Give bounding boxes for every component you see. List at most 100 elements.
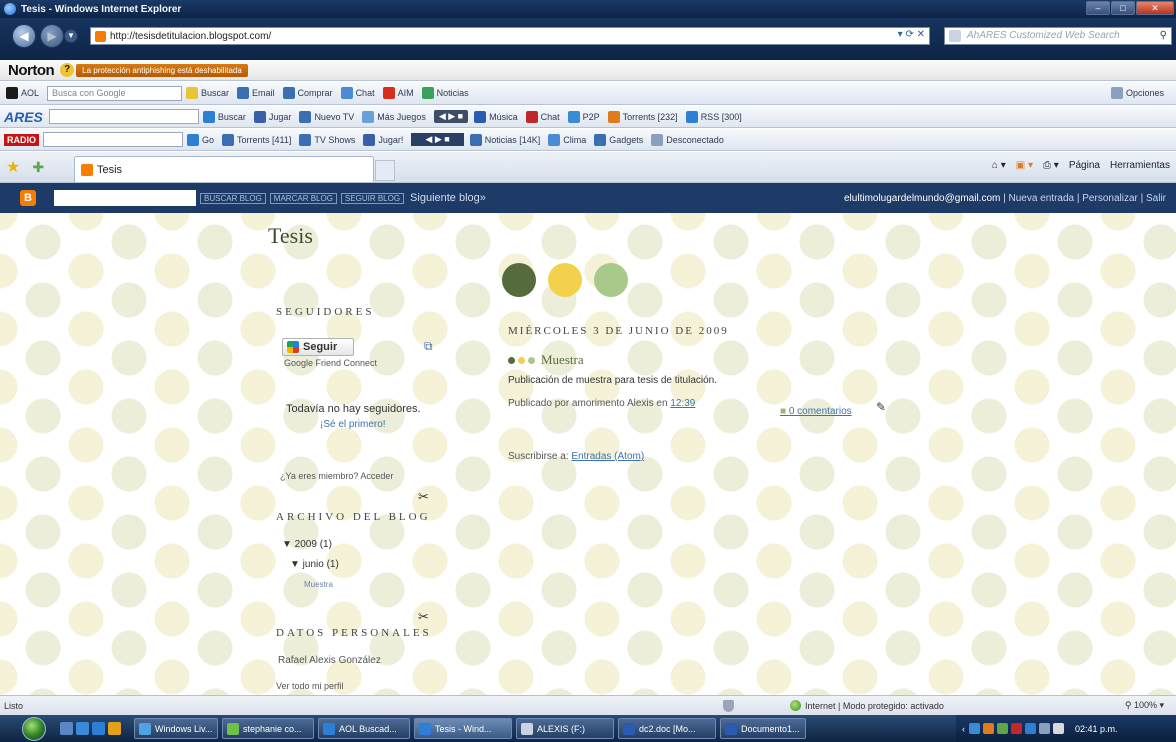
popout-icon[interactable]: ⧉ bbox=[424, 339, 433, 354]
tab-tesis[interactable]: Tesis bbox=[74, 156, 374, 182]
archive-month[interactable]: ▼ junio (1) bbox=[290, 559, 339, 570]
web-search-input[interactable]: AhARES Customized Web Search ⚲ bbox=[944, 27, 1172, 45]
back-icon[interactable]: ◀ bbox=[12, 24, 36, 48]
tray-expand-icon[interactable]: ‹ bbox=[962, 724, 965, 734]
ares-juegos[interactable]: Más Juegos bbox=[362, 110, 426, 123]
add-favorites-icon[interactable]: ✚ bbox=[32, 159, 44, 176]
ares-jugar[interactable]: Jugar bbox=[253, 110, 291, 123]
post-title[interactable]: Muestra bbox=[508, 352, 584, 368]
mail-icon[interactable] bbox=[76, 722, 89, 735]
flag-blog-button[interactable]: MARCAR BLOG bbox=[269, 192, 337, 204]
task-stephanie[interactable]: stephanie co... bbox=[222, 718, 314, 739]
refresh-stop-icons[interactable]: ▾ ⟳ ✕ bbox=[898, 29, 925, 40]
tray-icon[interactable] bbox=[997, 723, 1008, 734]
navbar-actions[interactable]: | Nueva entrada | Personalizar | Salir bbox=[1003, 193, 1166, 204]
ares-p2p[interactable]: P2P bbox=[567, 110, 600, 123]
radio-torrents[interactable]: Torrents [411] bbox=[222, 133, 291, 146]
home-icon[interactable]: ⌂ ▾ bbox=[992, 160, 1006, 171]
feeds-icon[interactable]: ▣ ▾ bbox=[1016, 160, 1033, 171]
clock[interactable]: 02:41 p.m. bbox=[1075, 724, 1118, 734]
radio-desconectado[interactable]: Desconectado bbox=[651, 133, 724, 146]
comments-link[interactable]: ■ 0 comentarios bbox=[780, 406, 852, 417]
blogger-navbar: B BUSCAR BLOG MARCAR BLOG SEGUIR BLOG Si… bbox=[0, 183, 1176, 213]
ares-search-input[interactable] bbox=[48, 109, 199, 124]
search-blog-button[interactable]: BUSCAR BLOG bbox=[200, 192, 266, 204]
ares-chat[interactable]: Chat bbox=[525, 110, 560, 123]
favorites-star-icon[interactable]: ★ bbox=[6, 157, 20, 177]
tray-icon[interactable] bbox=[1025, 723, 1036, 734]
radio-noticias[interactable]: Noticias [14K] bbox=[469, 133, 540, 146]
security-zone[interactable]: Internet | Modo protegido: activado bbox=[790, 700, 944, 711]
archive-year[interactable]: ▼ 2009 (1) bbox=[282, 539, 332, 550]
archive-heading: ARCHIVO DEL BLOG bbox=[276, 511, 431, 523]
address-bar[interactable]: http://tesisdetitulacion.blogspot.com/ ▾… bbox=[90, 27, 930, 45]
be-first-link[interactable]: ¡Sé el primero! bbox=[320, 419, 386, 430]
blogger-logo-icon[interactable]: B bbox=[20, 190, 36, 206]
search-icon[interactable]: ⚲ bbox=[1160, 28, 1167, 44]
task-aol[interactable]: AOL Buscad... bbox=[318, 718, 410, 739]
print-icon[interactable]: ⎙ ▾ bbox=[1043, 160, 1059, 171]
media-icon[interactable] bbox=[108, 722, 121, 735]
tray-icon[interactable] bbox=[983, 723, 994, 734]
new-tab-button[interactable] bbox=[375, 160, 395, 181]
aol-email[interactable]: Email bbox=[237, 87, 275, 99]
navbar-search-input[interactable] bbox=[54, 190, 196, 206]
task-windows-live[interactable]: Windows Liv... bbox=[134, 718, 218, 739]
task-tesis[interactable]: Tesis - Wind... bbox=[414, 718, 512, 739]
edit-gadget-icon[interactable]: ✂ bbox=[418, 609, 429, 625]
ares-rss[interactable]: RSS [300] bbox=[685, 110, 742, 123]
aol-news[interactable]: Noticias bbox=[421, 87, 469, 99]
ares-buscar[interactable]: Buscar bbox=[202, 110, 246, 123]
blog-title[interactable]: Tesis bbox=[268, 223, 313, 249]
radio-clima[interactable]: Clima bbox=[548, 133, 586, 146]
norton-status[interactable]: La protección antiphishing está deshabil… bbox=[76, 63, 248, 77]
tray-icon[interactable] bbox=[969, 723, 980, 734]
minimize-button[interactable]: – bbox=[1086, 1, 1110, 15]
radio-go[interactable]: Go bbox=[187, 133, 214, 146]
radio-tvshows[interactable]: TV Shows bbox=[299, 133, 355, 146]
gfc-follow-button[interactable]: Seguir bbox=[282, 338, 354, 356]
page-menu[interactable]: Página bbox=[1069, 160, 1100, 171]
volume-icon[interactable] bbox=[1053, 723, 1064, 734]
network-icon[interactable] bbox=[1039, 723, 1050, 734]
edit-post-icon[interactable]: ✎ bbox=[876, 400, 886, 414]
ie-quicklaunch-icon[interactable] bbox=[92, 722, 105, 735]
edit-gadget-icon[interactable]: ✂ bbox=[418, 489, 429, 505]
recent-pages-icon[interactable]: ▼ bbox=[64, 29, 78, 43]
show-desktop-icon[interactable] bbox=[60, 722, 73, 735]
view-profile-link[interactable]: Ver todo mi perfil bbox=[276, 681, 344, 691]
radio-search-input[interactable] bbox=[43, 132, 183, 147]
aol-aim[interactable]: AIM bbox=[382, 87, 414, 99]
post-meta: Publicado por amorimento Alexis en 12:39 bbox=[508, 398, 696, 409]
author-name[interactable]: Rafael Alexis González bbox=[278, 655, 381, 666]
task-alexis-drive[interactable]: ALEXIS (F:) bbox=[516, 718, 614, 739]
task-documento1[interactable]: Documento1... bbox=[720, 718, 806, 739]
radio-player[interactable]: ◀ ▶ ■ bbox=[411, 133, 464, 146]
task-dc2-doc[interactable]: dc2.doc [Mo... bbox=[618, 718, 716, 739]
maximize-button[interactable]: □ bbox=[1111, 1, 1135, 15]
already-member-link[interactable]: ¿Ya eres miembro? Acceder bbox=[280, 471, 393, 481]
archive-post-link[interactable]: Muestra bbox=[304, 580, 333, 589]
forward-icon[interactable]: ▶ bbox=[40, 24, 64, 48]
post-time-link[interactable]: 12:39 bbox=[670, 398, 695, 409]
zoom-level[interactable]: ⚲ 100% ▾ bbox=[1125, 700, 1164, 711]
tools-menu[interactable]: Herramientas bbox=[1110, 160, 1170, 171]
ares-musica[interactable]: Música bbox=[474, 110, 518, 123]
radio-gadgets[interactable]: Gadgets bbox=[594, 133, 643, 146]
aol-search-input[interactable]: Busca con Google bbox=[47, 85, 183, 101]
radio-jugar[interactable]: Jugar! bbox=[363, 133, 403, 146]
close-button[interactable]: ✕ bbox=[1136, 1, 1174, 15]
aol-search-button[interactable]: Buscar bbox=[186, 87, 229, 99]
start-orb[interactable] bbox=[22, 716, 46, 741]
next-blog-link[interactable]: Siguiente blog» bbox=[410, 192, 486, 204]
ares-torrents[interactable]: Torrents [232] bbox=[607, 110, 678, 123]
follow-blog-button[interactable]: SEGUIR BLOG bbox=[340, 192, 405, 204]
ares-tv[interactable]: Nuevo TV bbox=[299, 110, 354, 123]
tray-icon[interactable] bbox=[1011, 723, 1022, 734]
ares-player[interactable]: ◀ ▶ ■ bbox=[433, 110, 469, 123]
yellow-dot bbox=[548, 263, 582, 297]
atom-feed-link[interactable]: Entradas (Atom) bbox=[571, 451, 644, 462]
aol-options[interactable]: Opciones bbox=[1110, 87, 1164, 99]
aol-shop[interactable]: Comprar bbox=[282, 87, 333, 99]
aol-chat[interactable]: Chat bbox=[340, 87, 375, 99]
